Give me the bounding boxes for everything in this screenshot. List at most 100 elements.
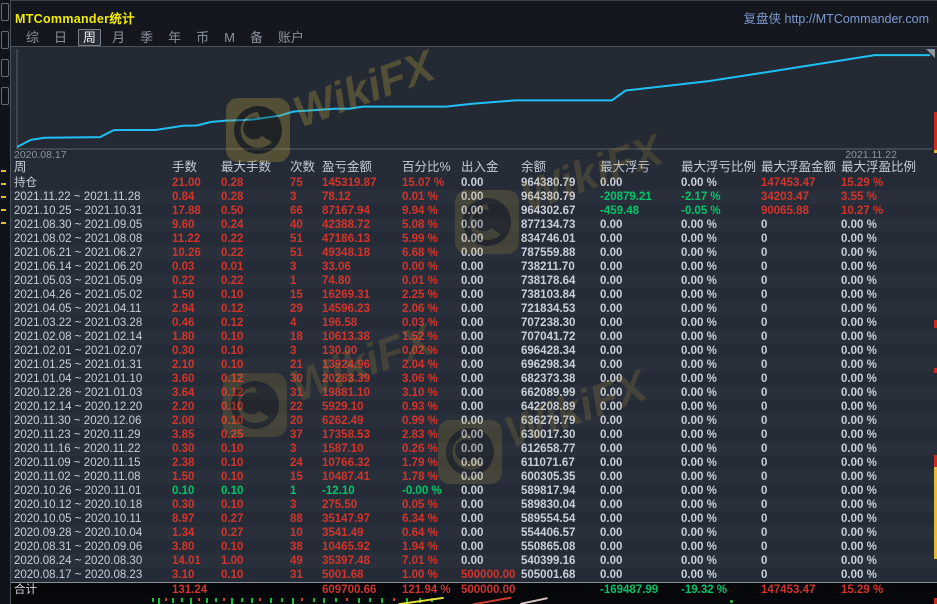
- value-cell-1: 0.27: [221, 512, 290, 526]
- value-cell-5: 0.00: [461, 456, 521, 470]
- table-row[interactable]: 2020.09.28 ~ 2020.10.041.340.27103541.49…: [0, 526, 937, 540]
- column-header-7[interactable]: 余额: [521, 159, 600, 176]
- menu-item-季[interactable]: 季: [136, 30, 157, 45]
- column-header-3[interactable]: 次数: [290, 159, 322, 176]
- table-row[interactable]: 持仓21.000.2875145319.8715.07 %0.00964380.…: [0, 176, 937, 190]
- table-row[interactable]: 2021.11.22 ~ 2021.11.280.840.28378.120.0…: [0, 190, 937, 204]
- table-row[interactable]: 2021.03.22 ~ 2021.03.280.460.124196.580.…: [0, 316, 937, 330]
- value-cell-4: 1.78 %: [402, 470, 461, 484]
- column-header-9[interactable]: 最大浮亏比例: [681, 159, 761, 176]
- value-cell-9: 0: [761, 470, 841, 484]
- background-window-edge-left: [0, 0, 11, 604]
- value-cell-7: -459.48: [600, 204, 681, 218]
- period-cell: 2021.01.04 ~ 2021.01.10: [0, 372, 172, 386]
- table-row[interactable]: 2020.11.23 ~ 2020.11.293.850.253717358.5…: [0, 428, 937, 442]
- value-cell-3: 33.06: [322, 260, 402, 274]
- table-row[interactable]: 2021.08.02 ~ 2021.08.0811.220.225147186.…: [0, 232, 937, 246]
- table-row[interactable]: 2021.04.05 ~ 2021.04.112.940.122914596.2…: [0, 302, 937, 316]
- value-cell-3: 13924.96: [322, 358, 402, 372]
- value-cell-2: 37: [290, 428, 322, 442]
- table-row[interactable]: 2021.02.08 ~ 2021.02.141.800.101810613.3…: [0, 330, 937, 344]
- table-row[interactable]: 2021.05.03 ~ 2021.05.090.220.22174.800.0…: [0, 274, 937, 288]
- value-cell-1: 0.28: [221, 176, 290, 190]
- value-cell-4: 0.99 %: [402, 414, 461, 428]
- value-cell-0: 131.24: [172, 583, 221, 598]
- column-header-10[interactable]: 最大浮盈金额: [761, 159, 841, 176]
- table-row[interactable]: 2020.12.14 ~ 2020.12.202.200.10225929.10…: [0, 400, 937, 414]
- value-cell-7: 0.00: [600, 498, 681, 512]
- menu-item-备[interactable]: 备: [246, 30, 267, 45]
- period-cell: 2021.04.26 ~ 2021.05.02: [0, 288, 172, 302]
- value-cell-7: -20879.21: [600, 190, 681, 204]
- value-cell-7: 0.00: [600, 302, 681, 316]
- value-cell-8: 0.00 %: [681, 176, 761, 190]
- value-cell-4: 0.93 %: [402, 400, 461, 414]
- value-cell-3: 47186.13: [322, 232, 402, 246]
- table-row[interactable]: 2020.11.02 ~ 2020.11.081.500.101510487.4…: [0, 470, 937, 484]
- mtcommander-stats-window: MTCommander统计 复盘侠 http://MTCommander.com…: [0, 0, 937, 604]
- table-row[interactable]: 2021.01.04 ~ 2021.01.103.600.123020283.3…: [0, 372, 937, 386]
- value-cell-6: 738178.64: [521, 274, 600, 288]
- value-cell-10: 0.00 %: [841, 372, 937, 386]
- value-cell-7: 0.00: [600, 218, 681, 232]
- table-row[interactable]: 2021.02.01 ~ 2021.02.070.300.103130.000.…: [0, 344, 937, 358]
- menu-item-日[interactable]: 日: [50, 30, 71, 45]
- value-cell-2: 51: [290, 232, 322, 246]
- table-row[interactable]: 2021.01.25 ~ 2021.01.312.100.102113924.9…: [0, 358, 937, 372]
- period-cell: 2021.06.14 ~ 2021.06.20: [0, 260, 172, 274]
- value-cell-4: 6.34 %: [402, 512, 461, 526]
- column-header-2[interactable]: 最大手数: [221, 159, 290, 176]
- value-cell-9: 0: [761, 288, 841, 302]
- equity-chart-panel: 2020.08.17 2021.11.22: [10, 46, 937, 159]
- column-header-8[interactable]: 最大浮亏: [600, 159, 681, 176]
- table-row[interactable]: 2020.10.12 ~ 2020.10.180.300.103275.500.…: [0, 498, 937, 512]
- column-header-4[interactable]: 盈亏金额: [322, 159, 402, 176]
- menu-item-M[interactable]: M: [220, 30, 239, 45]
- menu-item-周[interactable]: 周: [78, 29, 101, 46]
- value-cell-9: 34203.47: [761, 190, 841, 204]
- value-cell-6: 505001.68: [521, 568, 600, 583]
- table-row[interactable]: 2021.06.14 ~ 2021.06.200.030.01333.060.0…: [0, 260, 937, 274]
- table-row[interactable]: 2020.12.28 ~ 2021.01.033.640.123119881.1…: [0, 386, 937, 400]
- column-header-6[interactable]: 出入金: [461, 159, 521, 176]
- table-row[interactable]: 2021.04.26 ~ 2021.05.021.500.101516269.3…: [0, 288, 937, 302]
- value-cell-5: 0.00: [461, 554, 521, 568]
- value-cell-3: 35397.48: [322, 554, 402, 568]
- value-cell-2: 51: [290, 246, 322, 260]
- candle-fragment: [381, 598, 383, 603]
- value-cell-5: 0.00: [461, 204, 521, 218]
- column-header-11[interactable]: 最大浮盈比例: [841, 159, 937, 176]
- table-row[interactable]: 2020.11.16 ~ 2020.11.220.300.1031587.100…: [0, 442, 937, 456]
- value-cell-8: 0.00 %: [681, 470, 761, 484]
- column-header-0[interactable]: 周: [0, 159, 172, 176]
- menu-item-月[interactable]: 月: [108, 30, 129, 45]
- value-cell-4: 2.25 %: [402, 288, 461, 302]
- brand-link[interactable]: 复盘侠 http://MTCommander.com: [744, 8, 929, 27]
- value-cell-3: -12.10: [322, 484, 402, 498]
- table-row[interactable]: 2020.08.17 ~ 2020.08.233.100.10315001.68…: [0, 568, 937, 583]
- table-row[interactable]: 2020.08.31 ~ 2020.09.063.800.103810465.9…: [0, 540, 937, 554]
- table-row[interactable]: 2020.11.30 ~ 2020.12.062.000.10206262.49…: [0, 414, 937, 428]
- table-row[interactable]: 2021.10.25 ~ 2021.10.3117.880.506687167.…: [0, 204, 937, 218]
- value-cell-5: 0.00: [461, 428, 521, 442]
- menu-item-综[interactable]: 综: [22, 30, 43, 45]
- table-row[interactable]: 2020.11.09 ~ 2020.11.152.380.102410766.3…: [0, 456, 937, 470]
- title-bar[interactable]: MTCommander统计 复盘侠 http://MTCommander.com: [10, 0, 937, 29]
- value-cell-4: 6.68 %: [402, 246, 461, 260]
- table-row[interactable]: 2021.08.30 ~ 2021.09.059.600.244042388.7…: [0, 218, 937, 232]
- total-row[interactable]: 合计131.24609700.66121.94 %500000.00-16948…: [0, 583, 937, 598]
- value-cell-1: 0.22: [221, 274, 290, 288]
- value-cell-2: 88: [290, 512, 322, 526]
- menu-item-币[interactable]: 币: [192, 30, 213, 45]
- table-row[interactable]: 2020.10.05 ~ 2020.10.118.970.278835147.9…: [0, 512, 937, 526]
- menu-item-账户[interactable]: 账户: [274, 30, 308, 45]
- menu-item-年[interactable]: 年: [164, 30, 185, 45]
- table-row[interactable]: 2021.06.21 ~ 2021.06.2710.260.225149348.…: [0, 246, 937, 260]
- period-cell: 2020.10.12 ~ 2020.10.18: [0, 498, 172, 512]
- value-cell-5: 0.00: [461, 484, 521, 498]
- table-row[interactable]: 2020.10.26 ~ 2020.11.010.100.101-12.10-0…: [0, 484, 937, 498]
- column-header-5[interactable]: 百分比%: [402, 159, 461, 176]
- table-row[interactable]: 2020.08.24 ~ 2020.08.3014.011.004935397.…: [0, 554, 937, 568]
- value-cell-1: 0.50: [221, 204, 290, 218]
- column-header-1[interactable]: 手数: [172, 159, 221, 176]
